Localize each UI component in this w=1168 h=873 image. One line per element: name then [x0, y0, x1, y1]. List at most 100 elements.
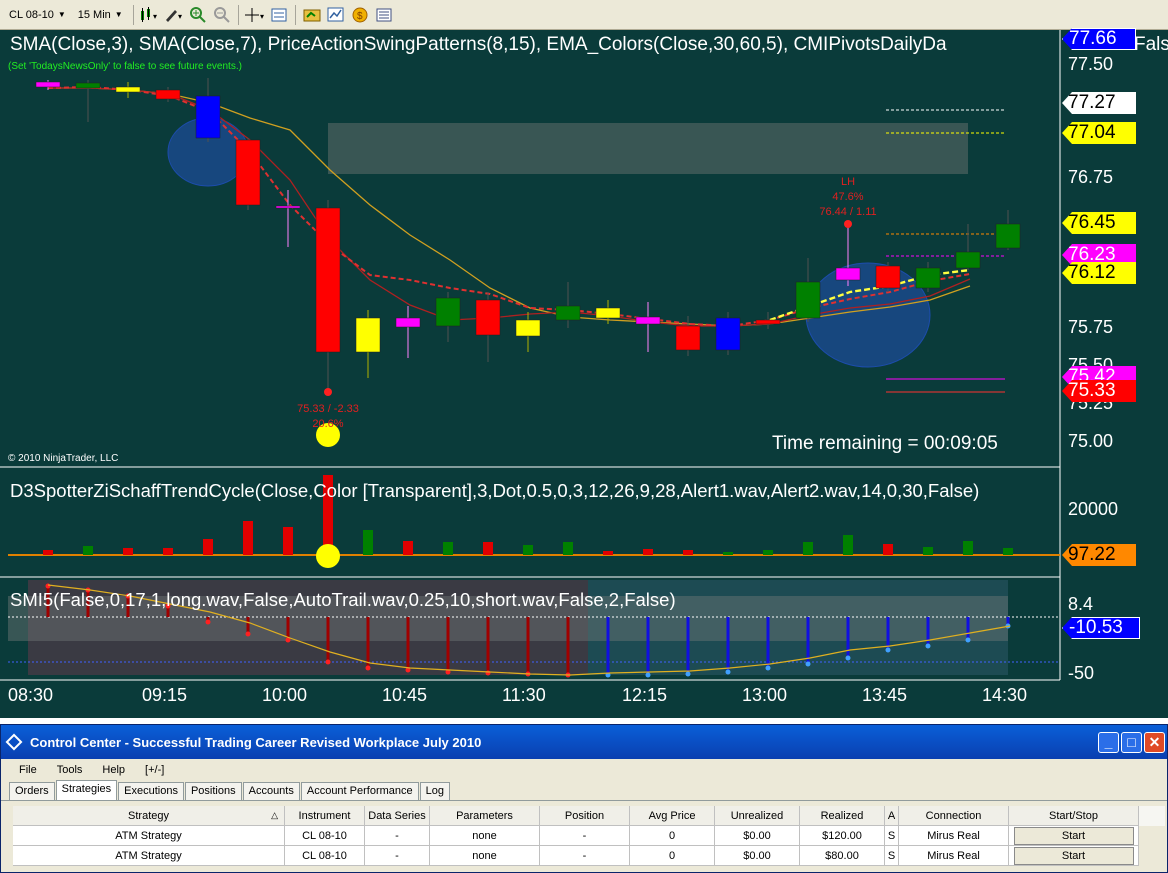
tab-accounts[interactable]: Accounts	[242, 782, 300, 800]
column-header-realized[interactable]: Realized	[800, 806, 885, 826]
zoom-out-icon[interactable]	[211, 4, 233, 26]
column-header-data-series[interactable]: Data Series	[365, 806, 430, 826]
menu-help[interactable]: Help	[92, 764, 135, 776]
cell-position: -	[540, 826, 630, 846]
schaff-bar	[403, 541, 413, 555]
column-header-parameters[interactable]: Parameters	[430, 806, 540, 826]
column-header-instrument[interactable]: Instrument	[285, 806, 365, 826]
table-row[interactable]: ATM Strategy CL 08-10- none -0 $0.00 $120.00 S…	[13, 826, 1165, 846]
column-header-strategy[interactable]: Strategy △	[13, 806, 285, 826]
price-axis-label: 77.50	[1068, 54, 1114, 74]
tab-positions[interactable]: Positions	[184, 782, 242, 800]
properties-icon[interactable]	[373, 4, 395, 26]
time-axis-label: 13:45	[862, 685, 908, 705]
tab-executions[interactable]: Executions	[118, 782, 184, 800]
column-header-unrealized[interactable]: Unrealized	[715, 806, 800, 826]
strategies-grid: Strategy △ Instrument Data Series Parameters…	[13, 806, 1165, 866]
price-tag: 77.04	[1062, 122, 1136, 144]
menu-expand[interactable]: [+/-]	[135, 764, 174, 776]
smi-dot	[325, 659, 331, 665]
swing-circle	[805, 262, 931, 368]
price-tag: -10.53	[1062, 617, 1140, 639]
schaff-bar	[923, 547, 933, 555]
schaff-bar	[123, 548, 133, 555]
schaff-bar	[363, 530, 373, 555]
column-header-avg-price[interactable]: Avg Price	[630, 806, 715, 826]
price-axis-label: 76.75	[1068, 167, 1114, 187]
start-button[interactable]: Start	[1013, 826, 1134, 845]
instrument-selector[interactable]: CL 08-10 ▼	[4, 5, 71, 25]
tab-log[interactable]: Log	[419, 782, 450, 800]
price-indicators-title: SMA(Close,3), SMA(Close,7), PriceActionS…	[10, 34, 947, 55]
tab-strategies[interactable]: Strategies	[55, 780, 118, 800]
schaff-bar	[883, 544, 893, 555]
smi-dot	[885, 647, 891, 653]
schaff-title: D3SpotterZiSchaffTrendCycle(Close,Color …	[10, 480, 980, 501]
crosshair-icon[interactable]: ▾	[244, 4, 266, 26]
maximize-button[interactable]: □	[1121, 731, 1142, 753]
tab-orders[interactable]: Orders	[9, 782, 55, 800]
time-axis-label: 11:30	[502, 685, 546, 705]
schaff-bar	[963, 541, 973, 555]
interval-selector[interactable]: 15 Min ▼	[73, 5, 128, 25]
smi-dot	[645, 672, 651, 678]
start-button[interactable]: Start	[1013, 846, 1134, 865]
menu-tools[interactable]: Tools	[47, 764, 93, 776]
ninjatrader-workspace: CL 08-10 ▼ 15 Min ▼ ▾ ▾ ▾ $ SMA(Close,3)…	[0, 0, 1168, 873]
schaff-signal-dot	[316, 544, 340, 568]
column-header-connection[interactable]: Connection	[899, 806, 1009, 826]
price-tag: 97.22	[1062, 544, 1136, 566]
money-icon[interactable]: $	[349, 4, 371, 26]
chart-style-icon[interactable]: ▾	[139, 4, 161, 26]
column-header-start-stop[interactable]: Start/Stop	[1009, 806, 1139, 826]
menu-file[interactable]: File	[9, 764, 47, 776]
schaff-bar	[803, 542, 813, 555]
svg-text:▾: ▾	[153, 12, 157, 21]
smi-dot	[205, 619, 211, 625]
candle-body	[515, 319, 541, 337]
indicators-icon[interactable]	[325, 4, 347, 26]
minimize-button[interactable]: _	[1098, 731, 1119, 753]
schaff-bar	[163, 548, 173, 555]
candle-body	[595, 307, 621, 319]
candle-body	[275, 205, 301, 209]
schaff-bar	[443, 542, 453, 555]
swing-low-pct: 20.6%	[312, 418, 344, 430]
close-button[interactable]: ✕	[1144, 731, 1165, 753]
price-tag: 76.12	[1062, 262, 1136, 284]
candle-body	[355, 317, 381, 353]
strategies-icon[interactable]	[301, 4, 323, 26]
smi-axis-label: 8.4	[1068, 594, 1094, 614]
price-tag-value: 77.66	[1069, 28, 1117, 49]
data-box-icon[interactable]	[268, 4, 290, 26]
schaff-bar	[763, 550, 773, 555]
drawing-tool-icon[interactable]: ▾	[163, 4, 185, 26]
time-axis-label: 13:00	[742, 685, 788, 705]
candle-body	[635, 316, 661, 325]
price-axis-label: 75.00	[1068, 431, 1114, 451]
cell-connection: Mirus Real	[899, 846, 1009, 866]
smi-axis-label: -50	[1068, 663, 1095, 683]
tab-account-performance[interactable]: Account Performance	[300, 782, 419, 800]
schaff-bar	[243, 521, 253, 555]
column-header-account[interactable]: A	[885, 806, 899, 826]
smi-dot	[245, 631, 251, 637]
toolbar-divider	[294, 4, 296, 25]
chart-panel[interactable]: SMA(Close,3), SMA(Close,7), PriceActionS…	[0, 28, 1168, 718]
price-tag-value: 76.12	[1068, 262, 1116, 283]
price-tag-value: 97.22	[1068, 544, 1116, 565]
control-center-titlebar[interactable]: Control Center - Successful Trading Care…	[1, 725, 1167, 759]
time-axis-label: 10:45	[382, 685, 428, 705]
column-header-position[interactable]: Position	[540, 806, 630, 826]
window-title: Control Center - Successful Trading Care…	[30, 734, 482, 750]
smi-dot	[845, 655, 851, 661]
cell-parameters: none	[430, 846, 540, 866]
price-tag-value: -10.53	[1069, 617, 1123, 638]
table-row[interactable]: ATM Strategy CL 08-10- none -0 $0.00 $80.00 S M…	[13, 846, 1165, 866]
candle-body	[955, 251, 981, 269]
smi-dot	[45, 583, 51, 589]
zoom-in-icon[interactable]	[187, 4, 209, 26]
tab-strip: Orders Strategies Executions Positions A…	[1, 780, 1167, 801]
toolbar-divider	[132, 4, 134, 25]
time-remaining: Time remaining = 00:09:05	[772, 433, 998, 454]
